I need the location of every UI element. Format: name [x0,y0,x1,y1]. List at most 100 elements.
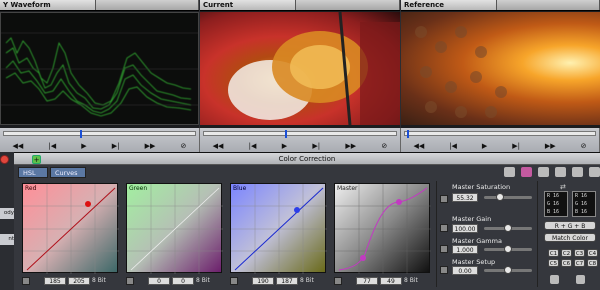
stop-icon[interactable]: ⊘ [581,142,587,150]
setup-slider[interactable] [484,266,532,274]
eyedropper-icon[interactable] [550,275,559,284]
output-value[interactable]: 0 [172,276,194,285]
saturation-label: Master Saturation [452,183,511,191]
waveform-trace [1,32,198,117]
gamma-checkbox[interactable] [440,245,448,253]
output-value[interactable]: 187 [276,276,298,285]
enable-checkbox[interactable] [22,276,30,285]
enable-checkbox[interactable] [334,276,342,285]
pane-dropdown[interactable] [497,0,600,10]
step-forward-icon[interactable]: ▶| [512,142,520,150]
gamma-slider[interactable] [484,245,532,253]
saturation-slider[interactable] [484,193,532,201]
curve-graph[interactable] [231,184,327,274]
c1-button[interactable]: C1 [548,249,559,257]
timeline-reference[interactable]: ◀◀ |◀ ▶ ▶| ▶▶ ⊘ [401,128,600,152]
saturation-field[interactable]: 55.32 [452,193,478,202]
curve-graph[interactable] [335,184,431,274]
timeline-track[interactable] [203,130,397,138]
input-value[interactable]: 0 [148,276,170,285]
gain-slider[interactable] [484,224,532,232]
gain-field[interactable]: 100.00 [452,224,478,233]
output-value[interactable]: 205 [68,276,90,285]
rewind-icon[interactable]: ◀◀ [413,142,424,150]
playhead[interactable] [80,130,83,138]
enable-checkbox[interactable] [126,276,134,285]
slider-knob[interactable] [504,245,512,253]
step-back-icon[interactable]: |◀ [249,142,257,150]
pane-title[interactable]: Y Waveform [0,0,96,10]
rewind-icon[interactable]: ◀◀ [213,142,224,150]
menu-icon[interactable] [589,167,600,177]
c6-button[interactable]: C6 [561,259,572,267]
warning-icon[interactable] [555,167,566,177]
input-value[interactable]: 77 [356,276,378,285]
step-back-icon[interactable]: |◀ [449,142,457,150]
input-value[interactable]: 190 [252,276,274,285]
green-curve[interactable]: Green [126,183,223,274]
pane-dropdown[interactable] [296,0,400,10]
stop-icon[interactable]: ⊘ [181,142,187,150]
effects-icon[interactable] [521,167,532,177]
rgb-channel-select[interactable]: R + G + B [544,221,596,230]
source-swatch[interactable]: R 16 G 16 B 16 [544,191,568,217]
fast-forward-icon[interactable]: ▶▶ [545,142,556,150]
timeline-current[interactable]: ◀◀ |◀ ▶ ▶| ▶▶ ⊘ [200,128,401,152]
fast-forward-icon[interactable]: ▶▶ [345,142,356,150]
match-color-button[interactable]: Match Color [544,233,596,242]
rewind-icon[interactable]: ◀◀ [13,142,24,150]
swap-arrow-icon[interactable]: ⇄ [560,183,566,191]
input-value[interactable]: 185 [44,276,66,285]
c3-button[interactable]: C3 [574,249,585,257]
red-curve[interactable]: Red [22,183,119,274]
slider-knob[interactable] [504,266,512,274]
step-forward-icon[interactable]: ▶| [112,142,120,150]
curve-graph[interactable] [23,184,119,274]
fast-forward-icon[interactable]: ▶▶ [145,142,156,150]
close-button[interactable] [0,155,9,164]
c8-button[interactable]: C8 [587,259,598,267]
grid-icon[interactable] [572,167,583,177]
background-window-label[interactable]: nt [0,234,14,245]
curve-graph[interactable] [127,184,223,274]
c7-button[interactable]: C7 [574,259,585,267]
playhead[interactable] [406,130,409,138]
pane-title[interactable]: Current [200,0,296,10]
target-swatch[interactable]: R 16 G 16 B 16 [572,191,596,217]
stop-icon[interactable]: ⊘ [381,142,387,150]
c4-button[interactable]: C4 [587,249,598,257]
c2-button[interactable]: C2 [561,249,572,257]
setup-checkbox[interactable] [440,266,448,274]
timeline-waveform[interactable]: ◀◀ |◀ ▶ ▶| ▶▶ ⊘ [0,128,200,152]
zoom-button[interactable]: + [32,155,41,164]
step-back-icon[interactable]: |◀ [48,142,56,150]
gain-checkbox[interactable] [440,224,448,232]
background-window-label[interactable]: ody [0,208,14,219]
layers-icon[interactable] [538,167,549,177]
step-forward-icon[interactable]: ▶| [312,142,320,150]
play-icon[interactable]: ▶ [81,142,86,150]
setup-field[interactable]: 0.00 [452,266,478,275]
output-value[interactable]: 49 [380,276,402,285]
blue-curve[interactable]: Blue [230,183,327,274]
pane-dropdown[interactable] [96,0,199,10]
gamma-field[interactable]: 1.000 [452,245,478,254]
master-curve[interactable]: Master [334,183,431,274]
enable-checkbox[interactable] [230,276,238,285]
blue-values: 190 187 8 Bit [230,276,314,285]
settings-icon[interactable] [504,167,515,177]
slider-knob[interactable] [504,224,512,232]
timeline-track[interactable] [3,130,196,138]
c5-button[interactable]: C5 [548,259,559,267]
dropper-right-icon[interactable] [576,275,585,284]
bit-depth: 8 Bit [404,277,418,284]
playhead[interactable] [284,130,287,138]
slider-knob[interactable] [496,193,504,201]
play-icon[interactable]: ▶ [482,142,487,150]
tab-curves[interactable]: Curves [50,167,86,178]
pane-title[interactable]: Reference [401,0,497,10]
tab-hsl[interactable]: HSL [18,167,48,178]
play-icon[interactable]: ▶ [282,142,287,150]
saturation-checkbox[interactable] [440,195,448,203]
timeline-track[interactable] [404,130,596,138]
